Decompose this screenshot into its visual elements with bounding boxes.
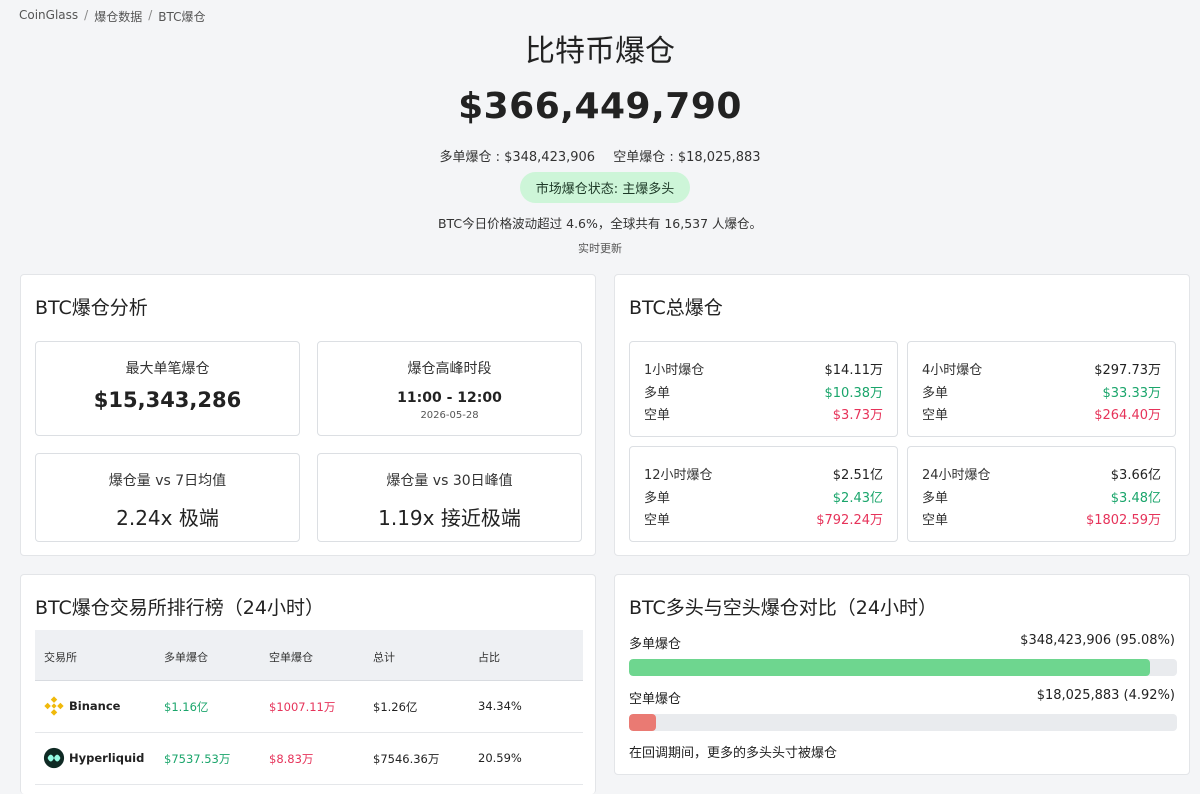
header-total[interactable]: 总计 xyxy=(373,649,395,665)
total-liquidation: $1.26亿 xyxy=(373,700,418,714)
period-label: 24小时爆仓 xyxy=(922,468,991,483)
max-single-liquidation-box: 最大单笔爆仓 $15,343,286 xyxy=(35,341,300,436)
short-liquidation-summary: 空单爆仓 : $18,025,883 xyxy=(613,150,761,165)
analysis-title: BTC爆仓分析 xyxy=(35,297,148,319)
long-compare-value: $348,423,906 (95.08%) xyxy=(1020,633,1175,648)
short-label: 空单 xyxy=(644,408,671,423)
header-long[interactable]: 多单爆仓 xyxy=(164,649,208,665)
short-value: $792.24万 xyxy=(816,513,883,528)
long-short-summary: 多单爆仓 : $348,423,906 空单爆仓 : $18,025,883 xyxy=(0,146,1200,165)
short-label: 空单 xyxy=(922,408,949,423)
total-liquidation-card: BTC总爆仓 1小时爆仓 $14.11万 多单 $10.38万 空单 $3.73万 4… xyxy=(614,274,1190,556)
long-value: $33.33万 xyxy=(1102,386,1162,401)
long-progress-fill xyxy=(629,659,1151,676)
liquidation-24h-box: 24小时爆仓 $3.66亿 多单 $3.48亿 空单 $1802.59万 xyxy=(907,446,1176,542)
hyperliquid-logo-icon xyxy=(43,747,65,769)
short-value: $1802.59万 xyxy=(1085,513,1161,528)
long-value: $2.43亿 xyxy=(832,491,883,506)
table-row[interactable]: Hyperliquid $7537.53万 $8.83万 $7546.36万 2… xyxy=(35,733,583,785)
binance-logo-icon xyxy=(44,696,64,716)
peak-period-label: 爆仓高峰时段 xyxy=(407,361,492,377)
short-liquidation: $8.83万 xyxy=(269,752,314,766)
max-single-label: 最大单笔爆仓 xyxy=(125,361,210,377)
short-liquidation: $1007.11万 xyxy=(269,700,336,714)
liquidation-12h-box: 12小时爆仓 $2.51亿 多单 $2.43亿 空单 $792.24万 xyxy=(629,446,898,542)
vs-30day-peak-box: 爆仓量 vs 30日峰值 1.19x 接近极端 xyxy=(317,453,582,542)
long-label: 多单 xyxy=(644,386,671,401)
short-value: $3.73万 xyxy=(832,408,883,423)
analysis-card: BTC爆仓分析 最大单笔爆仓 $15,343,286 爆仓高峰时段 11:00 … xyxy=(20,274,596,556)
breadcrumb-separator: / xyxy=(148,8,153,22)
share-percent: 34.34% xyxy=(478,699,522,713)
peak-period-date: 2026-05-28 xyxy=(420,410,479,421)
breadcrumb-item-current: BTC爆仓 xyxy=(158,10,206,24)
long-liquidation: $1.16亿 xyxy=(164,700,209,714)
liquidation-1h-box: 1小时爆仓 $14.11万 多单 $10.38万 空单 $3.73万 xyxy=(629,341,898,437)
long-progress-bar xyxy=(629,659,1177,676)
breadcrumb: CoinGlass / 爆仓数据 / BTC爆仓 xyxy=(19,8,206,25)
header-exchange[interactable]: 交易所 xyxy=(44,649,77,665)
realtime-update-label: 实时更新 xyxy=(578,242,622,255)
liquidation-4h-box: 4小时爆仓 $297.73万 多单 $33.33万 空单 $264.40万 xyxy=(907,341,1176,437)
short-label: 空单 xyxy=(922,513,949,528)
vs-7day-average-box: 爆仓量 vs 7日均值 2.24x 极端 xyxy=(35,453,300,542)
exchange-name[interactable]: Binance xyxy=(69,699,120,713)
total-title: BTC总爆仓 xyxy=(629,297,723,319)
exchange-ranking-card: BTC爆仓交易所排行榜（24小时） 交易所 多单爆仓 空单爆仓 总计 占比 Bi… xyxy=(20,574,596,794)
long-short-compare-card: BTC多头与空头爆仓对比（24小时） 多单爆仓 $348,423,906 (95… xyxy=(614,574,1190,775)
page-title: 比特币爆仓 xyxy=(525,34,675,69)
long-label: 多单 xyxy=(644,491,671,506)
breadcrumb-item-liquidation-data[interactable]: 爆仓数据 xyxy=(94,8,142,25)
breadcrumb-item-coinglass[interactable]: CoinGlass xyxy=(19,8,78,25)
period-total: $2.51亿 xyxy=(832,468,883,483)
short-progress-fill xyxy=(629,714,656,731)
total-liquidation-amount: $366,449,790 xyxy=(458,86,742,127)
header-share[interactable]: 占比 xyxy=(478,649,500,665)
exchange-name[interactable]: Hyperliquid xyxy=(69,751,144,765)
vs-30day-value: 1.19x 接近极端 xyxy=(378,506,521,530)
short-compare-value: $18,025,883 (4.92%) xyxy=(1036,688,1175,703)
max-single-value: $15,343,286 xyxy=(93,388,242,412)
share-percent: 20.59% xyxy=(478,751,522,765)
long-value: $3.48亿 xyxy=(1110,491,1161,506)
long-liquidation: $7537.53万 xyxy=(164,752,231,766)
compare-title: BTC多头与空头爆仓对比（24小时） xyxy=(629,597,937,619)
ranking-title: BTC爆仓交易所排行榜（24小时） xyxy=(35,597,324,619)
vs-7day-label: 爆仓量 vs 7日均值 xyxy=(108,473,227,489)
market-description: BTC今日价格波动超过 4.6%，全球共有 16,537 人爆仓。 xyxy=(437,216,763,231)
short-compare-label: 空单爆仓 xyxy=(629,692,682,707)
short-value: $264.40万 xyxy=(1094,408,1161,423)
period-total: $297.73万 xyxy=(1094,363,1161,378)
long-label: 多单 xyxy=(922,491,949,506)
long-label: 多单 xyxy=(922,386,949,401)
total-liquidation: $7546.36万 xyxy=(373,752,440,766)
peak-period-value: 11:00 - 12:00 xyxy=(397,390,502,406)
period-total: $14.11万 xyxy=(824,363,884,378)
vs-7day-value: 2.24x 极端 xyxy=(116,506,219,530)
header-short[interactable]: 空单爆仓 xyxy=(269,649,313,665)
ranking-table-header: 交易所 多单爆仓 空单爆仓 总计 占比 xyxy=(35,630,583,681)
period-label: 4小时爆仓 xyxy=(922,363,983,378)
short-label: 空单 xyxy=(644,513,671,528)
peak-period-box: 爆仓高峰时段 11:00 - 12:00 2026-05-28 xyxy=(317,341,582,436)
short-progress-bar xyxy=(629,714,1177,731)
period-total: $3.66亿 xyxy=(1110,468,1161,483)
market-status-badge: 市场爆仓状态: 主爆多头 xyxy=(520,172,690,203)
breadcrumb-separator: / xyxy=(84,8,89,22)
long-compare-label: 多单爆仓 xyxy=(629,637,682,652)
long-liquidation-summary: 多单爆仓 : $348,423,906 xyxy=(439,150,596,165)
table-row[interactable]: Binance $1.16亿 $1007.11万 $1.26亿 34.34% xyxy=(35,681,583,733)
vs-30day-label: 爆仓量 vs 30日峰值 xyxy=(386,473,513,489)
period-label: 12小时爆仓 xyxy=(644,468,713,483)
long-value: $10.38万 xyxy=(824,386,884,401)
period-label: 1小时爆仓 xyxy=(644,363,705,378)
compare-note: 在回调期间，更多的多头头寸被爆仓 xyxy=(629,746,838,761)
